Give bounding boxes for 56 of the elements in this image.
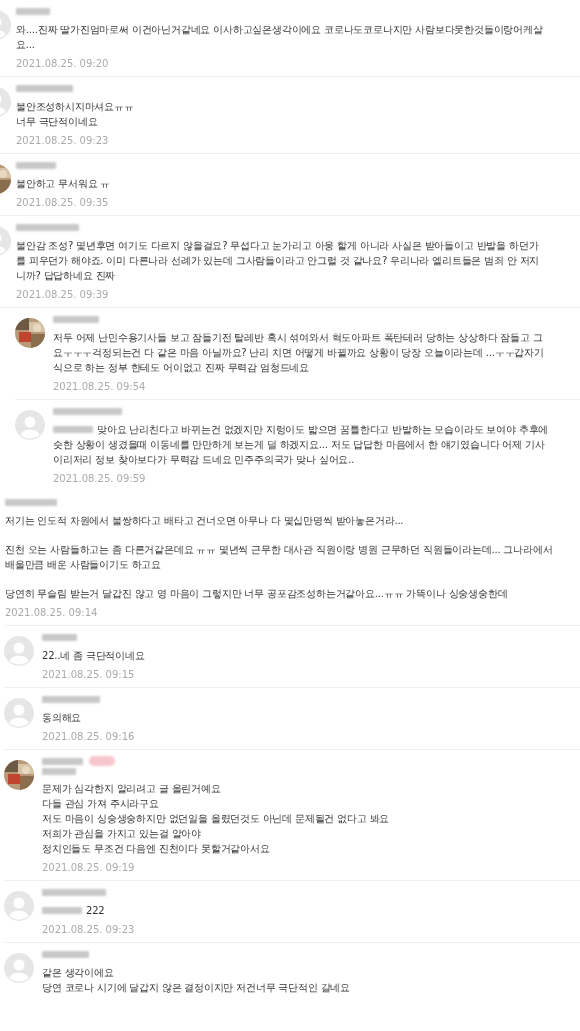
comment-time: 2021.08.25. 09:39 bbox=[16, 289, 110, 301]
comment-text: 22..네 좀 극단적이네요 bbox=[42, 649, 145, 663]
comment-text: 니까? 답답하네요 진짜 bbox=[16, 269, 116, 283]
avatar-icon bbox=[15, 410, 45, 440]
comment-time: 2021.08.25. 09:23 bbox=[16, 135, 110, 147]
comment-text: 진천 오는 사람들하고는 좀 다른거같은데요 ㅠㅠ 몇년씩 근무한 대사관 직원이랑 병원 근무하던 직원들이라는데... 그나라에서 bbox=[5, 543, 553, 557]
comment-text: 정치인들도 무조건 다음엔 진천이다 못할거같아서요 bbox=[42, 842, 270, 856]
comment-text: 와....진짜 딸가진엄마로써 이건아닌거같네요 이사하고싶은생각이에요 코로나도코로나지만 사람보다못한것들이랑어케살 bbox=[16, 23, 543, 37]
comment-text: 222 bbox=[86, 904, 105, 918]
comment-time: 2021.08.25. 09:16 bbox=[42, 731, 135, 743]
redacted-name bbox=[5, 498, 57, 506]
comment-text: 이리저리 정보 찾아보다가 무력감 드네요 민주주의국가 맞나 싶어요.. bbox=[53, 453, 355, 467]
comment-text: 동의해요 bbox=[42, 711, 82, 725]
comment-text: 다들 관심 가져 주시라구요 bbox=[42, 797, 159, 811]
comment-text: 요... bbox=[16, 38, 35, 52]
redacted-name bbox=[42, 633, 77, 641]
comment-time: 2021.08.25. 09:20 bbox=[16, 58, 110, 70]
comment-text: 불안조성하시지마셔요ㅠㅠ bbox=[16, 100, 134, 114]
comment-time: 2021.08.25. 09:59 bbox=[53, 473, 147, 485]
comment-text: 너무 극단적이네요 bbox=[16, 115, 98, 129]
redacted-name bbox=[16, 7, 50, 15]
redacted-name bbox=[16, 161, 56, 169]
comment-text: 저도 마음이 싱숭생숭하지만 없던일을 올렸던것도 아닌데 문제될건 없다고 봐요 bbox=[42, 812, 390, 826]
redacted-name bbox=[42, 888, 106, 896]
avatar-icon bbox=[4, 953, 34, 983]
avatar-icon bbox=[4, 891, 34, 921]
comment-time: 2021.08.25. 09:15 bbox=[42, 669, 136, 681]
comment-text: 저기는 인도적 차원에서 불쌍하다고 배타고 건너오면 아무나 다 몇십만명씩 받아놓은거라... bbox=[5, 514, 404, 528]
avatar-icon bbox=[4, 636, 34, 666]
comment-text: 배울만큼 배운 사람들이기도 하고요 bbox=[5, 558, 161, 572]
redacted-name bbox=[53, 407, 122, 415]
comment-time: 2021.08.25. 09:54 bbox=[53, 381, 147, 393]
comment-text: 불안감 조성? 몇년후면 여기도 다르지 않을걸요? 무섭다고 눈가리고 아웅 할게 아니라 사실은 받아들이고 반발을 하던가 bbox=[16, 239, 539, 253]
comment-time: 2021.08.25. 09:35 bbox=[16, 197, 110, 209]
comment-time: 2021.08.25. 09:23 bbox=[42, 924, 135, 936]
comment-text: 슷한 상황이 생겼을때 이동네를 만만하게 보는게 덜 하겠지요... 저도 답답한 마음에서 한 얘기였습니다 어제 기사 bbox=[53, 438, 545, 452]
redacted-name bbox=[53, 315, 99, 323]
redacted-name bbox=[42, 950, 89, 958]
redacted-name bbox=[16, 223, 79, 231]
comment-text: 를 피우던가 해야죠. 이미 다른나라 선례가 있는데 그사람들이라고 안그럴 것 같나요? 우리나라 엘리트들은 범죄 안 저지 bbox=[16, 254, 540, 268]
redacted-name bbox=[42, 695, 100, 703]
comment-text: 불안하고 무서워요 ㅠ bbox=[16, 177, 111, 191]
comment-text: 맞아요 난리친다고 바뀌는건 없겠지만 지렁이도 밟으면 꿈틀한다고 반발하는 모습이라도 보여야 추후에 bbox=[97, 423, 549, 437]
redacted-name bbox=[16, 84, 73, 92]
comment-text: 당연 코로나 시기에 달갑지 않은 결정이지만 저건너무 극단적인 갈네요 bbox=[42, 981, 351, 995]
comment-text: 같은 생각이에요 bbox=[42, 966, 114, 980]
avatar-icon bbox=[4, 698, 34, 728]
comment-time: 2021.08.25. 09:14 bbox=[5, 607, 99, 619]
comment-text: 저희가 관심을 가지고 있는걸 알아야 bbox=[42, 827, 201, 841]
comment-text: 저두 어제 난민수용기사들 보고 잠들기전 탈레반 혹시 섞여와서 혁도아파트 폭탄테러 당하는 상상하다 잠들고 그 bbox=[53, 331, 543, 345]
comment-text: 식으로 하는 정부 한테도 어이없고 진짜 무력감 엄청드네요 bbox=[53, 361, 310, 375]
comment-text: 문제가 심각한지 알리려고 글 올린거예요 bbox=[42, 782, 221, 796]
comment-text: 당연히 무슬림 받는거 달갑진 않고 영 마음이 그렇지만 너무 공포감조성하는거같아요...ㅠㅠ 가뜩이나 싱숭생숭한데 bbox=[5, 587, 508, 601]
comment-text: 요ㅜㅜㅜ걱정되는건 다 같은 마음 아닐까요? 난리 치면 어떻게 바뀔까요 상황이 당장 오늘이라는데 ...ㅜㅜ갑자기 bbox=[53, 346, 544, 360]
redacted-name bbox=[42, 757, 83, 765]
comment-time: 2021.08.25. 09:19 bbox=[42, 862, 136, 874]
